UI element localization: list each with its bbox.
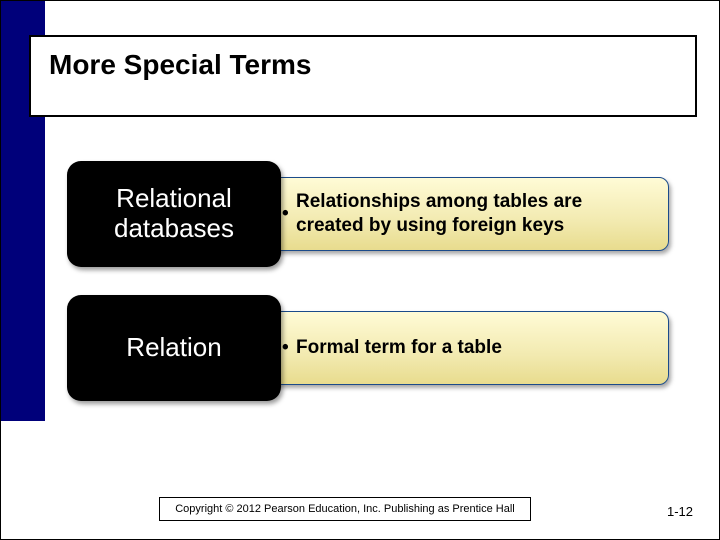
term-box: Relation xyxy=(67,295,281,401)
bullet-icon: • xyxy=(282,337,289,359)
term-row: • Formal term for a table Relation xyxy=(67,295,671,401)
definition-box: • Formal term for a table xyxy=(237,311,669,385)
term-label: Relational databases xyxy=(73,184,275,244)
title-box: More Special Terms xyxy=(29,35,697,117)
term-row: • Relationships among tables are created… xyxy=(67,161,671,267)
term-label: Relation xyxy=(126,333,221,363)
copyright-text: Copyright © 2012 Pearson Education, Inc.… xyxy=(175,503,515,515)
bullet-icon: • xyxy=(282,203,289,225)
copyright-box: Copyright © 2012 Pearson Education, Inc.… xyxy=(159,497,531,521)
term-box: Relational databases xyxy=(67,161,281,267)
slide-container: More Special Terms • Relationships among… xyxy=(0,0,720,540)
definition-text: Formal term for a table xyxy=(296,336,502,360)
page-number: 1-12 xyxy=(667,504,693,519)
definition-text: Relationships among tables are created b… xyxy=(296,190,654,238)
definition-box: • Relationships among tables are created… xyxy=(237,177,669,251)
slide-title: More Special Terms xyxy=(49,49,677,81)
